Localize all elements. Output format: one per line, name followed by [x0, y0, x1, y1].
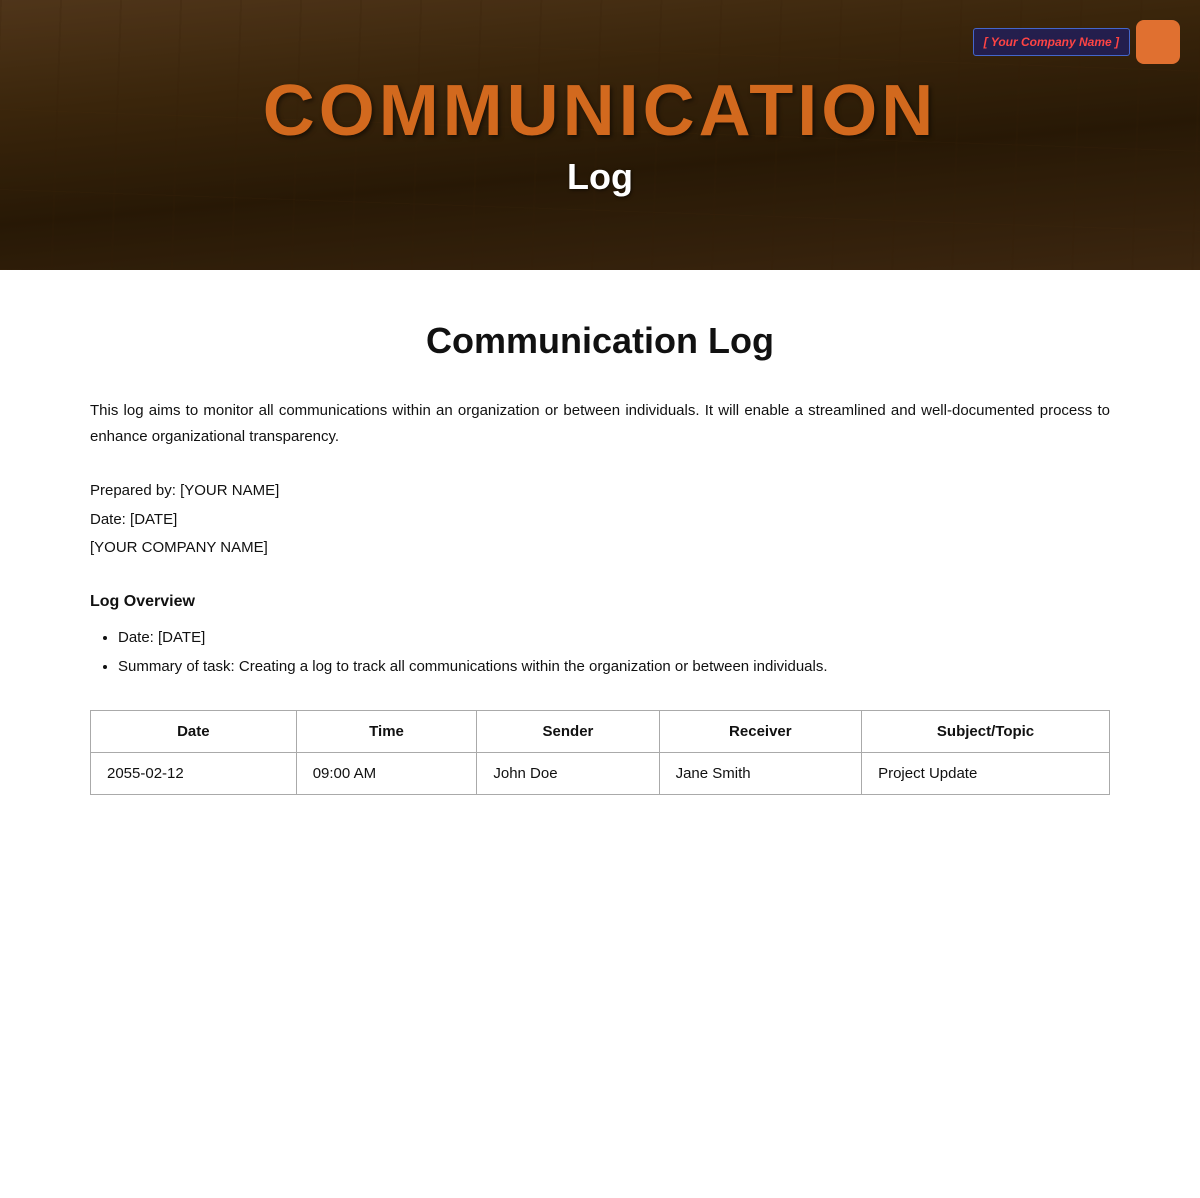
table-column-header: Time — [296, 710, 477, 752]
company-name-text: [ Your Company Name ] — [984, 35, 1119, 49]
hero-title-sub: Log — [263, 156, 938, 198]
company-placeholder: [YOUR COMPANY NAME] — [90, 534, 1110, 563]
overview-list-item: Date: [DATE] — [118, 625, 1110, 651]
table-column-header: Sender — [477, 710, 659, 752]
overview-list-item: Summary of task: Creating a log to track… — [118, 654, 1110, 680]
prepared-by-value: [YOUR NAME] — [180, 482, 279, 499]
company-badge: [ Your Company Name ] — [973, 20, 1180, 64]
date-value: [DATE] — [130, 511, 177, 528]
log-overview-heading: Log Overview — [90, 593, 1110, 611]
date-label: Date: — [90, 511, 126, 528]
company-name-box: [ Your Company Name ] — [973, 28, 1130, 56]
table-cell: Jane Smith — [659, 752, 862, 794]
hero-title-main: COMMUNICATION — [263, 72, 938, 151]
table-header-row: DateTimeSenderReceiverSubject/Topic — [91, 710, 1110, 752]
hero-banner: [ Your Company Name ] COMMUNICATION Log — [0, 0, 1200, 270]
date-line: Date: [DATE] — [90, 506, 1110, 535]
main-content: Communication Log This log aims to monit… — [0, 270, 1200, 835]
table-column-header: Date — [91, 710, 297, 752]
table-body: 2055-02-1209:00 AMJohn DoeJane SmithProj… — [91, 752, 1110, 794]
table-row: 2055-02-1209:00 AMJohn DoeJane SmithProj… — [91, 752, 1110, 794]
prepared-by-label: Prepared by: — [90, 482, 176, 499]
prepared-by: Prepared by: [YOUR NAME] — [90, 477, 1110, 506]
table-cell: 2055-02-12 — [91, 752, 297, 794]
overview-list: Date: [DATE] Summary of task: Creating a … — [90, 625, 1110, 680]
company-logo-icon — [1136, 20, 1180, 64]
table-header: DateTimeSenderReceiverSubject/Topic — [91, 710, 1110, 752]
table-cell: 09:00 AM — [296, 752, 477, 794]
communication-table: DateTimeSenderReceiverSubject/Topic 2055… — [90, 710, 1110, 795]
table-column-header: Subject/Topic — [862, 710, 1110, 752]
table-cell: Project Update — [862, 752, 1110, 794]
hero-content: COMMUNICATION Log — [263, 72, 938, 197]
document-intro: This log aims to monitor all communicati… — [90, 398, 1110, 449]
document-meta: Prepared by: [YOUR NAME] Date: [DATE] [Y… — [90, 477, 1110, 563]
document-title: Communication Log — [90, 320, 1110, 362]
table-cell: John Doe — [477, 752, 659, 794]
table-column-header: Receiver — [659, 710, 862, 752]
